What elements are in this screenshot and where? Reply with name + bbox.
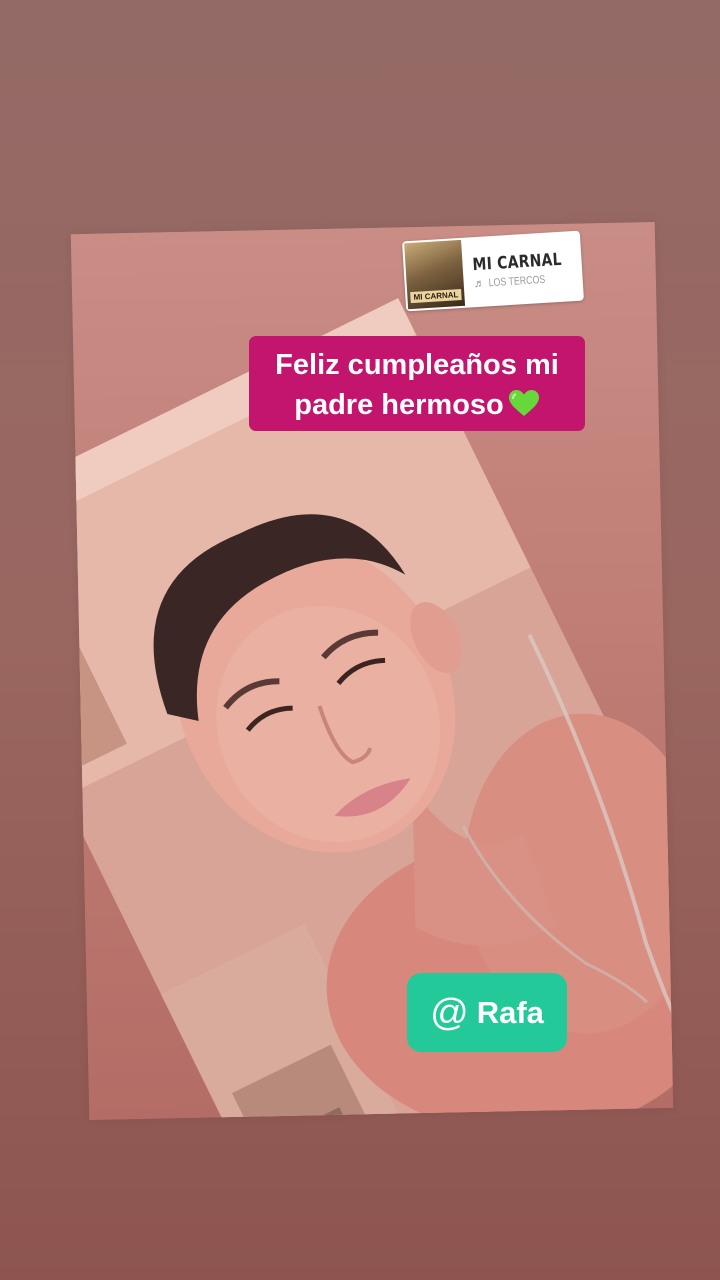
song-title: MI CARNAL [472, 249, 563, 275]
caption-line-2: padre hermoso [294, 389, 504, 421]
music-sticker[interactable]: MI CARNAL MI CARNAL ♬ LOS TERCOS [402, 230, 584, 312]
music-note-icon: ♬ [473, 277, 486, 290]
at-sign-icon: @ [430, 991, 469, 1034]
caption-line-2-row: padre hermoso [261, 385, 573, 425]
caption-text-sticker[interactable]: Feliz cumpleaños mi padre hermoso [249, 336, 585, 431]
artist-name: LOS TERCOS [488, 273, 546, 289]
artist-row: ♬ LOS TERCOS [473, 271, 583, 290]
album-art-label: MI CARNAL [410, 288, 462, 304]
album-art: MI CARNAL [404, 239, 466, 310]
mention-sticker[interactable]: @ Rafa [407, 973, 567, 1052]
caption-line-1: Feliz cumpleaños mi [275, 349, 559, 381]
mention-name: Rafa [476, 994, 544, 1030]
green-heart-icon [508, 390, 539, 416]
music-info: MI CARNAL ♬ LOS TERCOS [472, 248, 583, 290]
